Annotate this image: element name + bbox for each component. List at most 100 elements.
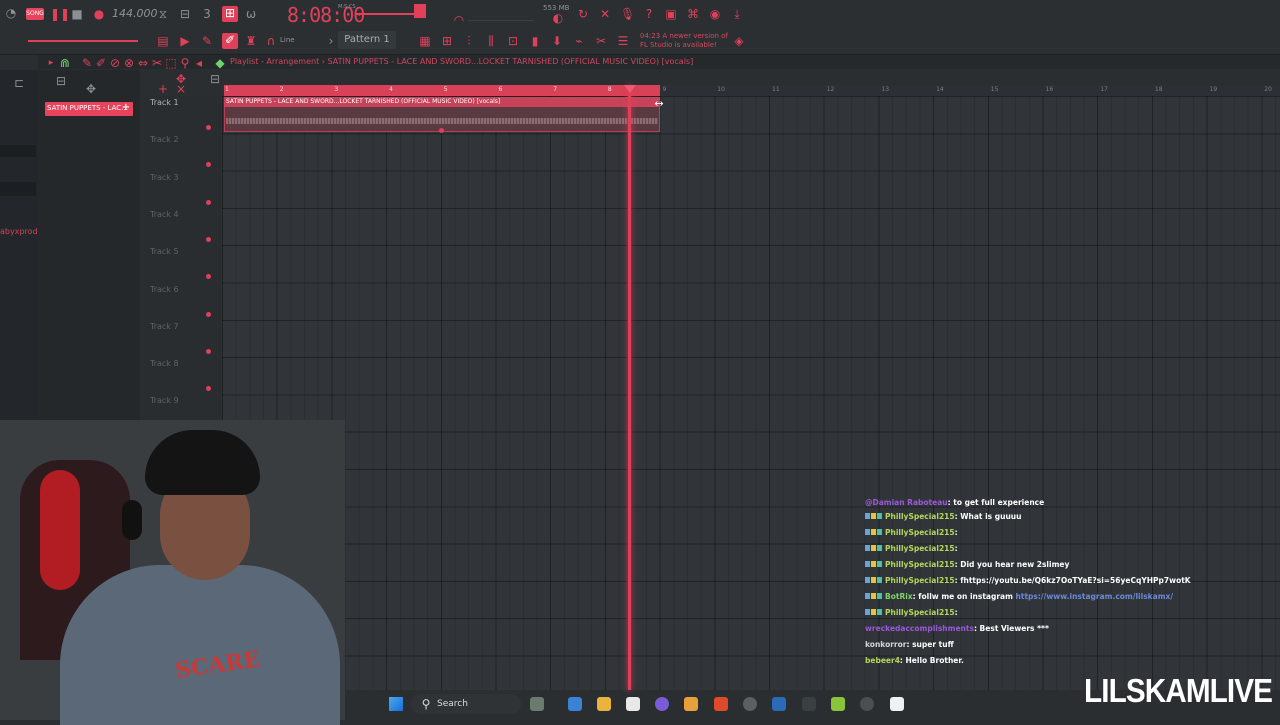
scroll-icon[interactable]: ⊟ bbox=[208, 72, 222, 86]
undo-icon[interactable]: ↻ bbox=[576, 7, 590, 21]
windows-start-icon[interactable] bbox=[389, 697, 403, 711]
cloud-icon[interactable]: ☰ bbox=[616, 34, 630, 48]
pattern-selector[interactable]: Pattern 1 bbox=[338, 31, 396, 49]
track-label[interactable]: Track 3 bbox=[150, 173, 179, 182]
pencil-tool-icon[interactable]: ✎ bbox=[200, 34, 214, 48]
save-icon[interactable]: ▣ bbox=[664, 7, 678, 21]
chat-username[interactable]: PhillySpecial215 bbox=[885, 560, 955, 569]
taskbar-steam-icon[interactable] bbox=[772, 697, 786, 711]
taskbar-4k-icon[interactable] bbox=[860, 697, 874, 711]
master-volume-slider[interactable] bbox=[355, 13, 415, 15]
song-mode-button[interactable]: SONG bbox=[26, 8, 44, 20]
record-button[interactable]: ● bbox=[92, 7, 106, 21]
mixer-icon[interactable]: ⫶ bbox=[462, 34, 476, 48]
playback-tool-icon[interactable]: ◂ bbox=[192, 56, 206, 70]
track-mute-led[interactable] bbox=[206, 311, 211, 317]
chat-username[interactable]: @Damian Raboteau bbox=[865, 498, 948, 507]
delete-tool-icon[interactable]: ⊘ bbox=[108, 56, 122, 70]
plugin-icon[interactable]: ⌘ bbox=[686, 7, 700, 21]
taskbar-app-icon[interactable] bbox=[802, 697, 816, 711]
clip-fade-handle[interactable] bbox=[439, 128, 444, 133]
select-tool-icon[interactable]: ⬚ bbox=[164, 56, 178, 70]
typing-keyboard-icon[interactable]: ⊞ bbox=[222, 6, 238, 22]
track-mute-led[interactable] bbox=[206, 236, 211, 242]
touch-keyboard-icon[interactable]: ⌁ bbox=[572, 34, 586, 48]
mute-tool-icon[interactable]: ⊗ bbox=[122, 56, 136, 70]
track-label[interactable]: Track 8 bbox=[150, 359, 179, 368]
chat-username[interactable]: PhillySpecial215 bbox=[885, 608, 955, 617]
play-button[interactable]: ❚❚ bbox=[50, 7, 70, 21]
track-mute-led[interactable] bbox=[206, 348, 211, 354]
paint-brush-icon[interactable]: ✐ bbox=[94, 56, 108, 70]
track-label[interactable]: Track 4 bbox=[150, 210, 179, 219]
menu-arrow-icon[interactable]: ▸ bbox=[44, 56, 58, 70]
stop-button[interactable]: ■ bbox=[70, 7, 84, 21]
taskbar-folder-icon[interactable] bbox=[597, 697, 611, 711]
taskbar-brave-icon[interactable] bbox=[714, 697, 728, 711]
taskbar-capcut-icon[interactable] bbox=[890, 697, 904, 711]
slice-tool-icon[interactable]: ✂ bbox=[150, 56, 164, 70]
stamp-tool-icon[interactable]: ♜ bbox=[244, 34, 258, 48]
track-label[interactable]: Track 2 bbox=[150, 135, 179, 144]
taskbar-app2-icon[interactable] bbox=[831, 697, 845, 711]
playlist-icon[interactable]: ▦ bbox=[418, 34, 432, 48]
taskbar-widget-icon[interactable] bbox=[530, 697, 544, 711]
draw-tool-icon[interactable]: ✎ bbox=[80, 56, 94, 70]
track-label[interactable]: Track 6 bbox=[150, 285, 179, 294]
add-clip-plus-icon[interactable]: + bbox=[122, 102, 130, 113]
plugin-picker-icon[interactable]: ▮ bbox=[528, 34, 542, 48]
chat-username[interactable]: PhillySpecial215 bbox=[885, 544, 955, 553]
zoom-tool-icon[interactable]: ⚲ bbox=[178, 56, 192, 70]
download-icon[interactable]: ⤓ bbox=[730, 7, 744, 21]
mic-icon[interactable]: 🎙 bbox=[620, 7, 635, 21]
browser-item[interactable] bbox=[0, 182, 36, 196]
picker-icon[interactable]: ⊟ bbox=[54, 74, 68, 88]
taskbar-store-icon[interactable] bbox=[626, 697, 640, 711]
track-label[interactable]: Track 1 bbox=[150, 98, 179, 107]
fl-logo-icon[interactable]: ◔ bbox=[4, 6, 18, 20]
loop-region[interactable] bbox=[224, 85, 660, 96]
chat-username[interactable]: PhillySpecial215 bbox=[885, 576, 955, 585]
track-label[interactable]: Track 5 bbox=[150, 247, 179, 256]
chat-username[interactable]: BotRix bbox=[885, 592, 913, 601]
help-icon[interactable]: ? bbox=[642, 7, 656, 21]
add-track-icon[interactable]: + bbox=[156, 82, 170, 96]
pattern-arrow-icon[interactable]: › bbox=[324, 34, 338, 48]
chat-username[interactable]: PhillySpecial215 bbox=[885, 512, 955, 521]
piano-roll-icon[interactable]: ▤ bbox=[156, 34, 170, 48]
track-label[interactable]: Track 7 bbox=[150, 322, 179, 331]
taskbar-fl-studio-icon[interactable] bbox=[684, 697, 698, 711]
wrench-icon[interactable]: ✂ bbox=[594, 34, 608, 48]
channel-rack-icon[interactable]: ⊞ bbox=[440, 34, 454, 48]
magnet-icon[interactable]: ∩ bbox=[264, 34, 278, 48]
chat-username[interactable]: konkorror bbox=[865, 640, 906, 649]
master-pitch-knob[interactable]: ◠ bbox=[452, 13, 466, 27]
fl-cloud-icon[interactable]: ◈ bbox=[732, 34, 746, 48]
snap-magnet-icon[interactable]: ⋒ bbox=[58, 56, 72, 70]
tag-icon[interactable]: ⬇ bbox=[550, 34, 564, 48]
arrangement-icon[interactable]: ◆ bbox=[213, 56, 227, 70]
metronome-icon[interactable]: ⧖ bbox=[156, 7, 170, 21]
mixer-shortcut-icon[interactable]: ◐ bbox=[551, 11, 565, 25]
slip-tool-icon[interactable]: ⇔ bbox=[136, 56, 150, 70]
paint-tool-icon[interactable]: ✐ bbox=[222, 33, 238, 49]
main-volume-slider[interactable] bbox=[28, 40, 138, 42]
move-icon[interactable]: ✥ bbox=[174, 72, 188, 86]
browser-item[interactable] bbox=[0, 145, 36, 157]
browser-folder-icon[interactable]: ⊏ bbox=[12, 76, 26, 90]
arrow-right-icon[interactable]: ▶ bbox=[178, 34, 192, 48]
chat-username[interactable]: PhillySpecial215 bbox=[885, 528, 955, 537]
chat-username[interactable]: bebeer4 bbox=[865, 656, 900, 665]
playhead-marker[interactable] bbox=[624, 85, 636, 93]
chat-username[interactable]: wreckedaccomplishments bbox=[865, 624, 974, 633]
update-notice[interactable]: 04:23 A newer version of FL Studio is av… bbox=[640, 32, 730, 50]
track-label[interactable]: Track 9 bbox=[150, 396, 179, 405]
faders-icon[interactable]: ⫼ bbox=[484, 34, 498, 48]
track-mute-led[interactable] bbox=[206, 125, 211, 130]
blend-notes-icon[interactable]: ω bbox=[244, 7, 258, 21]
add-clip-icon[interactable]: ✥ bbox=[84, 82, 98, 96]
snap-selector[interactable]: Line bbox=[280, 36, 295, 44]
countdown-icon[interactable]: 3 bbox=[200, 7, 214, 21]
master-volume-handle[interactable] bbox=[414, 4, 426, 18]
wait-input-icon[interactable]: ⊟ bbox=[178, 7, 192, 21]
